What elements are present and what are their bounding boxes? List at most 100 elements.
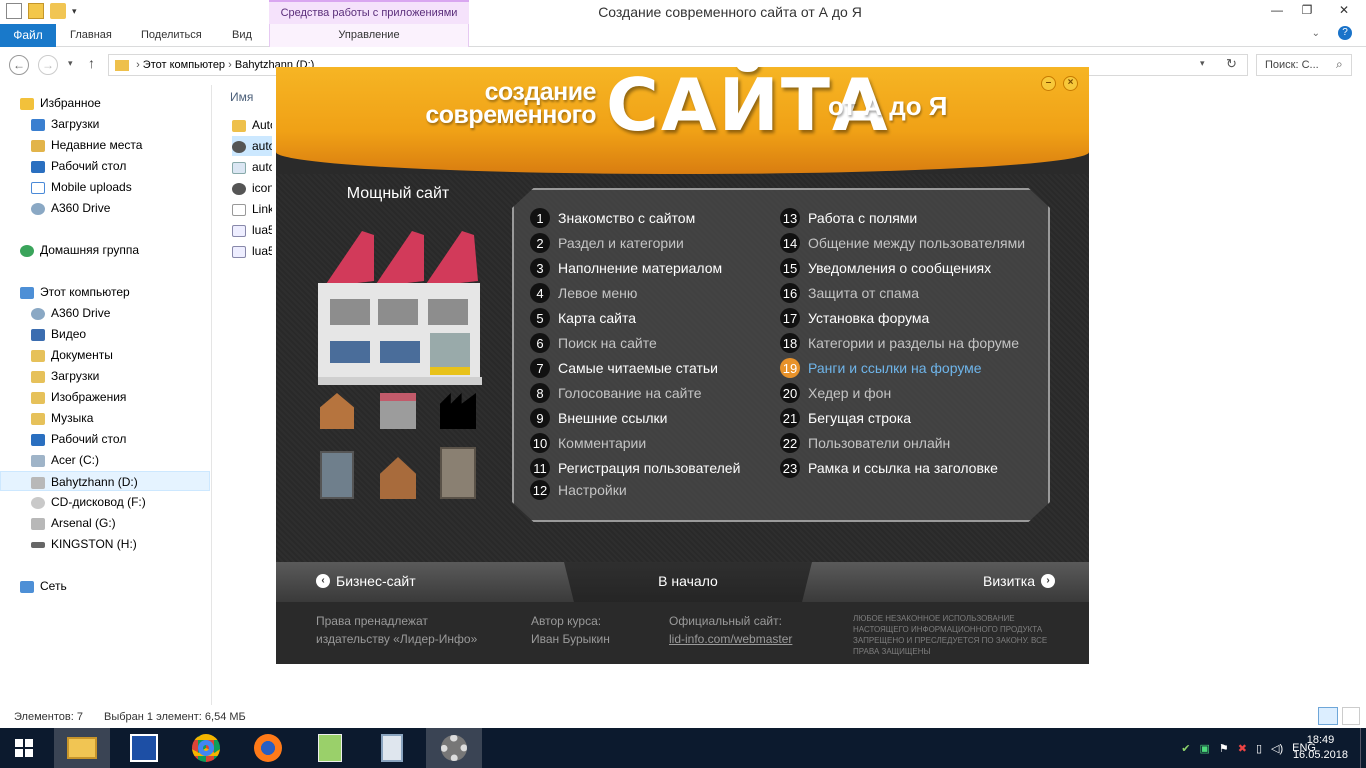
- lesson-item[interactable]: 10 Комментарии: [530, 432, 646, 454]
- tab-share[interactable]: Поделиться: [141, 24, 202, 47]
- new-folder-icon[interactable]: [50, 3, 66, 19]
- file-row[interactable]: icon: [232, 178, 272, 198]
- file-row[interactable]: Link: [232, 199, 272, 219]
- breadcrumb-this-pc[interactable]: Этот компьютер: [143, 59, 225, 71]
- customize-qat-icon[interactable]: ▾: [72, 6, 77, 17]
- nav-drive-c[interactable]: Acer (C:): [31, 450, 99, 470]
- taskbar-total-commander[interactable]: [116, 728, 172, 768]
- details-view-button[interactable]: [1318, 707, 1338, 725]
- lesson-item[interactable]: 1 Знакомство с сайтом: [530, 207, 695, 229]
- lesson-item[interactable]: 16 Защита от спама: [780, 282, 919, 304]
- nav-desktop[interactable]: Рабочий стол: [31, 156, 126, 176]
- lesson-item[interactable]: 21 Бегущая строка: [780, 407, 911, 429]
- file-row[interactable]: lua5: [232, 220, 272, 240]
- taskbar-calculator[interactable]: [364, 728, 420, 768]
- nav-mobile-uploads[interactable]: Mobile uploads: [31, 177, 132, 197]
- next-package-button[interactable]: Визитка ›: [983, 573, 1056, 589]
- bluetooth-icon[interactable]: ▣: [1199, 742, 1209, 755]
- clock[interactable]: 18:49 16.05.2018: [1293, 733, 1348, 763]
- nav-drive-f[interactable]: CD-дисковод (F:): [31, 492, 146, 512]
- volume-icon[interactable]: ◁): [1271, 742, 1283, 755]
- lesson-item[interactable]: 20 Хедер и фон: [780, 382, 891, 404]
- nav-documents[interactable]: Документы: [31, 345, 113, 365]
- nav-drive-h[interactable]: KINGSTON (H:): [31, 534, 137, 554]
- tab-manage[interactable]: Управление: [269, 24, 469, 47]
- up-button[interactable]: ↑: [88, 55, 95, 71]
- lesson-label: Комментарии: [558, 435, 647, 451]
- maximize-button[interactable]: ❐: [1292, 0, 1322, 22]
- start-button[interactable]: [0, 728, 48, 768]
- show-desktop-button[interactable]: [1360, 728, 1366, 768]
- lesson-item[interactable]: 8 Голосование на сайте: [530, 382, 702, 404]
- file-row[interactable]: lua5: [232, 241, 272, 261]
- ribbon-expand-icon[interactable]: ⌄: [1312, 28, 1320, 39]
- defender-icon[interactable]: ✔: [1181, 742, 1190, 755]
- nav-favorites[interactable]: Избранное: [20, 93, 101, 113]
- lesson-item[interactable]: 9 Внешние ссылки: [530, 407, 668, 429]
- address-history-icon[interactable]: ▾: [1200, 58, 1205, 69]
- prev-package-button[interactable]: ‹ Бизнес-сайт: [316, 573, 416, 589]
- refresh-icon[interactable]: ↻: [1226, 56, 1237, 72]
- lesson-item[interactable]: 6 Поиск на сайте: [530, 332, 657, 354]
- back-button[interactable]: ←: [9, 55, 29, 75]
- nav-drive-d[interactable]: Bahytzhann (D:): [0, 471, 210, 491]
- taskbar-explorer[interactable]: [54, 728, 110, 768]
- nav-homegroup[interactable]: Домашняя группа: [20, 240, 139, 260]
- nav-pc-a360[interactable]: A360 Drive: [31, 303, 110, 323]
- column-header-name[interactable]: Имя: [230, 90, 253, 104]
- battery-icon[interactable]: ▯: [1256, 742, 1262, 755]
- properties-icon[interactable]: [28, 3, 44, 19]
- tab-home[interactable]: Главная: [70, 24, 112, 47]
- lesson-item[interactable]: 17 Установка форума: [780, 307, 929, 329]
- site-link[interactable]: lid-info.com/webmaster: [669, 630, 792, 648]
- file-row[interactable]: auto: [232, 157, 272, 177]
- lesson-item[interactable]: 23 Рамка и ссылка на заголовке: [780, 457, 998, 479]
- forward-button[interactable]: →: [38, 55, 58, 75]
- app-close-button[interactable]: ×: [1063, 76, 1078, 91]
- lesson-item[interactable]: 14 Общение между пользователями: [780, 232, 1025, 254]
- nav-pc-downloads[interactable]: Загрузки: [31, 366, 99, 386]
- taskbar-course-app[interactable]: [426, 728, 482, 768]
- lesson-item[interactable]: 12 Настройки: [530, 479, 627, 501]
- lesson-item[interactable]: 18 Категории и разделы на форуме: [780, 332, 1019, 354]
- close-button[interactable]: ✕: [1322, 0, 1366, 22]
- lesson-item[interactable]: 22 Пользователи онлайн: [780, 432, 950, 454]
- nav-pc-desktop[interactable]: Рабочий стол: [31, 429, 126, 449]
- help-icon[interactable]: ?: [1338, 26, 1352, 40]
- nav-videos[interactable]: Видео: [31, 324, 86, 344]
- nav-music[interactable]: Музыка: [31, 408, 93, 428]
- nav-network[interactable]: Сеть: [20, 576, 67, 596]
- nav-pictures[interactable]: Изображения: [31, 387, 126, 407]
- lesson-item[interactable]: 19 Ранги и ссылки на форуме: [780, 357, 982, 379]
- nav-downloads[interactable]: Загрузки: [31, 114, 99, 134]
- lesson-item[interactable]: 15 Уведомления о сообщениях: [780, 257, 991, 279]
- lesson-item[interactable]: 7 Самые читаемые статьи: [530, 357, 718, 379]
- recent-locations-icon[interactable]: ▾: [68, 58, 73, 69]
- nav-this-pc[interactable]: Этот компьютер: [20, 282, 130, 302]
- home-button[interactable]: В начало: [628, 573, 748, 589]
- taskbar-notepad[interactable]: [302, 728, 358, 768]
- nav-a360[interactable]: A360 Drive: [31, 198, 110, 218]
- tiles-view-button[interactable]: [1342, 707, 1360, 725]
- shop-icon[interactable]: [380, 393, 416, 429]
- action-center-flag-icon[interactable]: ⚑: [1219, 742, 1229, 755]
- lesson-item[interactable]: 4 Левое меню: [530, 282, 637, 304]
- tab-view[interactable]: Вид: [232, 24, 252, 47]
- skyscraper-icon[interactable]: [320, 451, 354, 499]
- file-row[interactable]: Auto: [232, 115, 272, 135]
- lesson-item[interactable]: 13 Работа с полями: [780, 207, 917, 229]
- tab-file[interactable]: Файл: [0, 24, 56, 47]
- app-minimize-button[interactable]: –: [1041, 76, 1056, 91]
- minimize-button[interactable]: —: [1262, 0, 1292, 22]
- network-disconnected-icon[interactable]: ✖: [1238, 742, 1247, 755]
- building-icon[interactable]: [440, 447, 476, 499]
- lesson-item[interactable]: 11 Регистрация пользователей: [530, 457, 740, 479]
- taskbar-firefox[interactable]: [240, 728, 296, 768]
- lesson-item[interactable]: 3 Наполнение материалом: [530, 257, 722, 279]
- nav-drive-g[interactable]: Arsenal (G:): [31, 513, 116, 533]
- taskbar-chrome[interactable]: [178, 728, 234, 768]
- lesson-item[interactable]: 5 Карта сайта: [530, 307, 636, 329]
- lesson-item[interactable]: 2 Раздел и категории: [530, 232, 684, 254]
- file-row[interactable]: auto: [232, 136, 272, 156]
- nav-recent[interactable]: Недавние места: [31, 135, 142, 155]
